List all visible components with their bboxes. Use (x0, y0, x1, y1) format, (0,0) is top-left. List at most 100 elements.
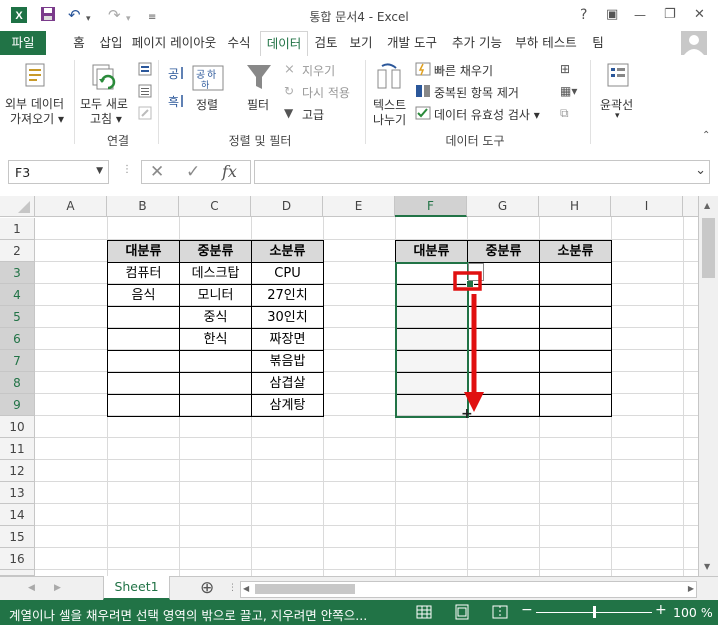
row-header-16[interactable]: 16 (0, 548, 35, 570)
remove-duplicates-icon[interactable] (415, 84, 431, 101)
row-header-1[interactable]: 1 (0, 218, 35, 240)
column-header-g[interactable]: G (467, 196, 539, 217)
sort-descending-icon[interactable]: 흑 (166, 92, 186, 115)
sheet-split-icon[interactable]: ⋮ (228, 583, 237, 593)
table1-cell[interactable] (107, 350, 180, 373)
restore-button[interactable]: ❐ (664, 6, 676, 24)
sheet-tab-sheet1[interactable]: Sheet1 (103, 576, 170, 600)
close-button[interactable]: ✕ (694, 6, 705, 24)
what-if-icon[interactable]: ▦▾ (560, 84, 577, 98)
user-avatar-icon[interactable] (681, 31, 707, 55)
clear-label[interactable]: 지우기 (302, 62, 335, 79)
table1-cell[interactable] (179, 372, 252, 395)
table1-cell[interactable]: 데스크탑 (179, 262, 252, 285)
table1-header-cell[interactable]: 대분류 (107, 240, 180, 263)
advanced-label[interactable]: 고급 (302, 106, 324, 123)
data-validation-icon[interactable] (415, 106, 431, 123)
table2-header-cell[interactable]: 소분류 (539, 240, 612, 263)
tab-page-layout[interactable]: 페이지 레이아웃 (131, 31, 217, 55)
table2-header-cell[interactable]: 대분류 (395, 240, 468, 263)
row-header-5[interactable]: 5 (0, 306, 35, 328)
tab-developer[interactable]: 개발 도구 (382, 31, 442, 55)
tab-data[interactable]: 데이터 (260, 31, 308, 57)
text-to-columns-label-2[interactable]: 나누기 (373, 111, 406, 128)
table1-cell[interactable]: 짜장면 (251, 328, 324, 351)
tab-team[interactable]: 팀 (585, 31, 611, 55)
tab-formulas[interactable]: 수식 (223, 31, 255, 55)
row-header-11[interactable]: 11 (0, 438, 35, 460)
row-header-13[interactable]: 13 (0, 482, 35, 504)
row-header-15[interactable]: 15 (0, 526, 35, 548)
table1-cell[interactable]: CPU (251, 262, 324, 285)
column-header-i[interactable]: I (611, 196, 683, 217)
table1-cell[interactable]: 중식 (179, 306, 252, 329)
consolidate-icon[interactable]: ⊞ (560, 62, 570, 76)
table1-cell[interactable] (179, 394, 252, 417)
help-button[interactable]: ? (580, 6, 587, 24)
edit-links-icon[interactable] (138, 106, 152, 123)
sort-label[interactable]: 정렬 (196, 96, 218, 113)
tab-load-test[interactable]: 부하 테스트 (512, 31, 580, 55)
table1-header-cell[interactable]: 소분류 (251, 240, 324, 263)
properties-icon[interactable] (138, 84, 152, 101)
reapply-icon[interactable]: ↻ (284, 84, 294, 98)
page-break-view-icon[interactable] (492, 604, 508, 623)
table1-cell[interactable]: 27인치 (251, 284, 324, 307)
name-box[interactable]: F3 ▼ (8, 160, 109, 184)
vertical-scrollbar[interactable]: ▲ ▼ (698, 196, 718, 576)
horizontal-scroll-thumb[interactable] (255, 584, 355, 594)
tab-home[interactable]: 홈 (66, 31, 92, 55)
sort-ascending-icon[interactable]: 공 (166, 64, 186, 87)
scroll-left-icon[interactable]: ◀ (243, 584, 249, 593)
cancel-icon[interactable]: ✕ (150, 162, 164, 182)
normal-view-icon[interactable] (416, 604, 432, 623)
column-header-d[interactable]: D (251, 196, 323, 217)
table1-cell[interactable]: 음식 (107, 284, 180, 307)
row-header-12[interactable]: 12 (0, 460, 35, 482)
zoom-slider-thumb[interactable] (593, 606, 596, 618)
row-header-6[interactable]: 6 (0, 328, 35, 350)
scroll-right-icon[interactable]: ▶ (688, 584, 694, 593)
table2-header-cell[interactable]: 중분류 (467, 240, 540, 263)
sheet-prev-icon[interactable]: ◀ (28, 583, 35, 593)
column-header-h[interactable]: H (539, 196, 611, 217)
outline-icon[interactable] (606, 62, 630, 91)
text-to-columns-icon[interactable] (376, 62, 404, 93)
flash-fill-icon[interactable] (415, 62, 431, 79)
name-box-dropdown-icon[interactable]: ▼ (96, 166, 103, 176)
page-layout-view-icon[interactable] (454, 604, 470, 623)
table1-cell[interactable]: 컴퓨터 (107, 262, 180, 285)
sort-icon[interactable]: 공하하 (192, 64, 224, 95)
relationships-icon[interactable]: ⧉ (560, 106, 569, 121)
row-header-2[interactable]: 2 (0, 240, 35, 262)
filter-label[interactable]: 필터 (247, 96, 269, 113)
table1-cell[interactable] (107, 328, 180, 351)
table1-cell[interactable]: 삼계탕 (251, 394, 324, 417)
reapply-label[interactable]: 다시 적용 (302, 84, 350, 101)
table1-header-cell[interactable]: 중분류 (179, 240, 252, 263)
tab-view[interactable]: 보기 (346, 31, 376, 55)
external-data-label-2[interactable]: 가져오기 ▾ (10, 110, 64, 127)
minimize-button[interactable]: — (634, 6, 646, 24)
table1-cell[interactable] (179, 350, 252, 373)
column-header-f[interactable]: F (395, 196, 467, 217)
ribbon-display-icon[interactable]: ▣ (606, 6, 618, 24)
zoom-out-button[interactable]: − (521, 602, 533, 618)
table1-cell[interactable]: 모니터 (179, 284, 252, 307)
select-all-corner[interactable] (0, 196, 35, 217)
row-header-9[interactable]: 9 (0, 394, 35, 416)
table1-cell[interactable] (107, 394, 180, 417)
zoom-in-button[interactable]: + (655, 602, 667, 618)
row-header-10[interactable]: 10 (0, 416, 35, 438)
outline-dropdown-icon[interactable]: ▾ (615, 111, 620, 121)
table1-cell[interactable] (107, 306, 180, 329)
row-header-3[interactable]: 3 (0, 262, 35, 284)
connections-icon[interactable] (138, 62, 152, 79)
vertical-scroll-thumb[interactable] (702, 218, 715, 278)
tab-review[interactable]: 검토 (311, 31, 341, 55)
scroll-down-icon[interactable]: ▼ (704, 562, 710, 571)
collapse-ribbon-icon[interactable]: ⌃ (702, 130, 710, 141)
column-header-a[interactable]: A (35, 196, 107, 217)
scroll-up-icon[interactable]: ▲ (704, 201, 710, 210)
enter-icon[interactable]: ✓ (186, 162, 200, 182)
